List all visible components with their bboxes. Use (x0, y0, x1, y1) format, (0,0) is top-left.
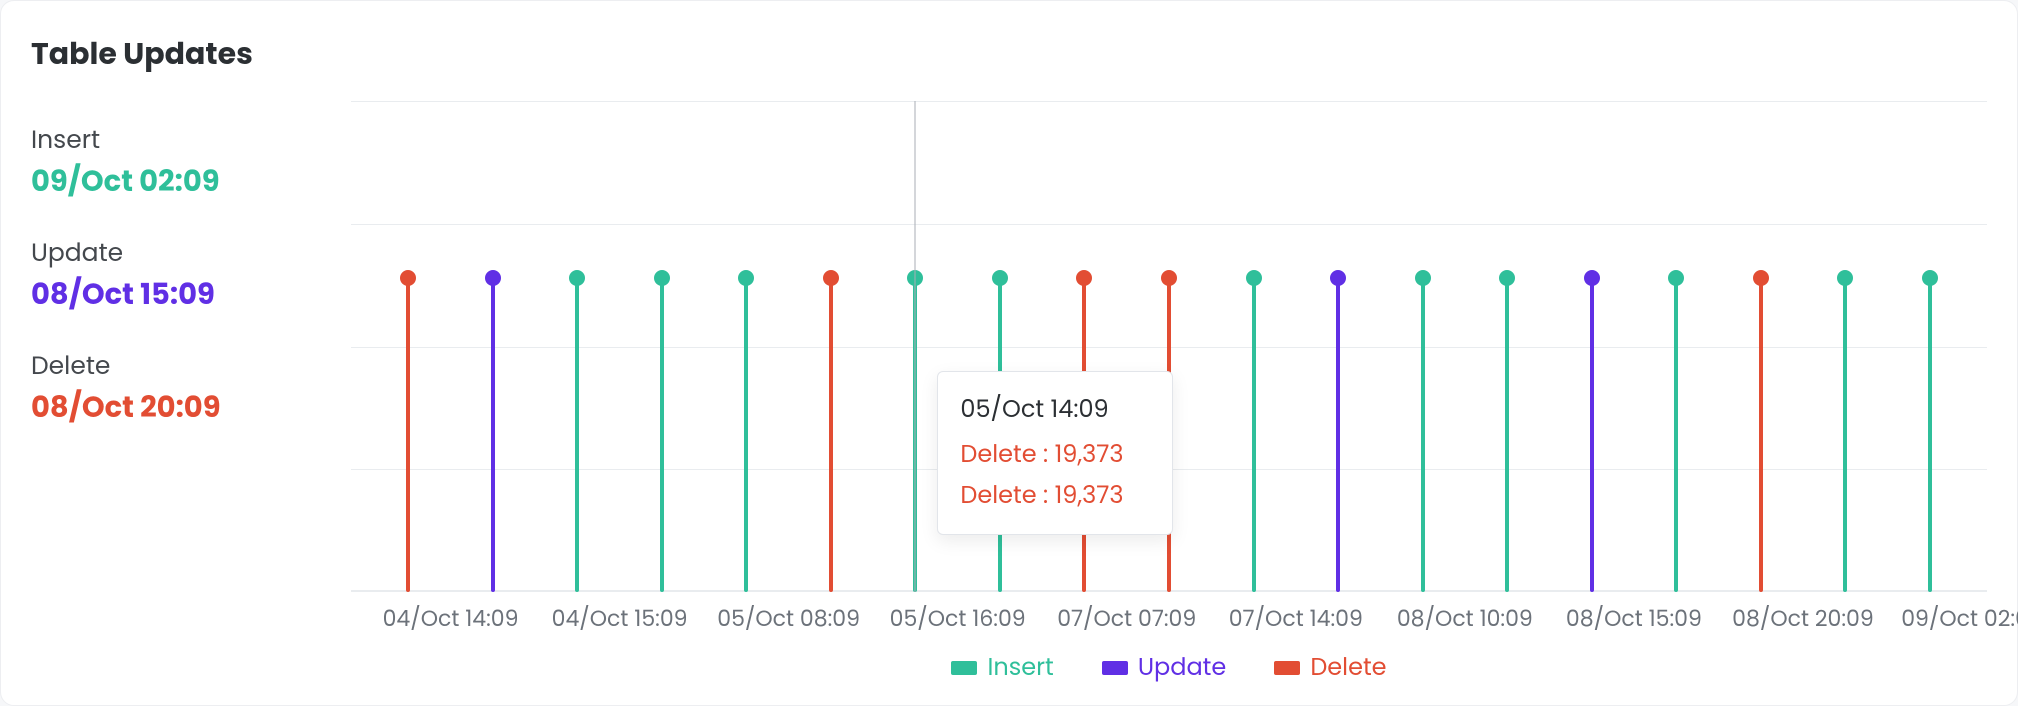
chart-point[interactable] (998, 278, 1002, 592)
chart-point[interactable] (660, 278, 664, 592)
legend-update-swatch (1102, 661, 1128, 675)
chart-point[interactable] (913, 278, 917, 592)
chart-point[interactable] (1505, 278, 1509, 592)
chart-point[interactable] (1590, 278, 1594, 592)
legend-delete-swatch (1274, 661, 1300, 675)
x-tick: 08/Oct 10:09 (1397, 602, 1533, 635)
table-updates-card: Table Updates Insert 09/Oct 02:09 Update… (0, 0, 2018, 706)
chart-point[interactable] (1421, 278, 1425, 592)
summary-update: Update 08/Oct 15:09 (31, 234, 291, 317)
chart-point[interactable] (1082, 278, 1086, 592)
legend-delete[interactable]: Delete (1274, 650, 1386, 685)
chart-point[interactable] (575, 278, 579, 592)
tooltip-line: Delete : 19,373 (960, 435, 1150, 476)
tooltip-line: Delete : 19,373 (960, 476, 1150, 517)
chart-point[interactable] (406, 278, 410, 592)
legend-update-label: Update (1138, 650, 1227, 685)
summary-delete-label: Delete (31, 347, 291, 385)
chart-point[interactable] (1928, 278, 1932, 592)
x-tick: 08/Oct 20:09 (1732, 602, 1874, 635)
chart-point[interactable] (1843, 278, 1847, 592)
legend-update[interactable]: Update (1102, 650, 1227, 685)
chart-x-axis: 04/Oct 14:09 04/Oct 15:09 05/Oct 08:09 05/O… (351, 602, 1987, 636)
chart-point[interactable] (829, 278, 833, 592)
summary-insert-value: 09/Oct 02:09 (31, 161, 291, 204)
x-tick: 08/Oct 15:09 (1566, 602, 1702, 635)
summary-panel: Insert 09/Oct 02:09 Update 08/Oct 15:09 … (31, 101, 291, 685)
chart-point[interactable] (1759, 278, 1763, 592)
x-tick: 05/Oct 16:09 (890, 602, 1026, 635)
chart-point[interactable] (1674, 278, 1678, 592)
legend-insert-swatch (951, 661, 977, 675)
chart-point[interactable] (1252, 278, 1256, 592)
page-title: Table Updates (31, 31, 1987, 77)
x-tick: 05/Oct 08:09 (717, 602, 860, 635)
x-tick: 07/Oct 07:09 (1057, 602, 1196, 635)
tooltip-title: 05/Oct 14:09 (960, 390, 1150, 431)
x-tick: 09/Oct 02:09 (1901, 602, 2018, 635)
x-tick: 04/Oct 15:09 (552, 602, 688, 635)
chart-container: 05/Oct 14:09Delete : 19,373Delete : 19,3… (351, 101, 1987, 685)
summary-delete: Delete 08/Oct 20:09 (31, 347, 291, 430)
chart-tooltip: 05/Oct 14:09Delete : 19,373Delete : 19,3… (937, 371, 1173, 535)
summary-insert-label: Insert (31, 121, 291, 159)
chart-plot-area[interactable]: 05/Oct 14:09Delete : 19,373Delete : 19,3… (351, 101, 1987, 592)
chart-point[interactable] (1336, 278, 1340, 592)
summary-update-label: Update (31, 234, 291, 272)
legend-insert[interactable]: Insert (951, 650, 1053, 685)
summary-delete-value: 08/Oct 20:09 (31, 387, 291, 430)
summary-update-value: 08/Oct 15:09 (31, 274, 291, 317)
x-tick: 07/Oct 14:09 (1229, 602, 1363, 635)
card-body: Insert 09/Oct 02:09 Update 08/Oct 15:09 … (31, 101, 1987, 685)
chart-point[interactable] (744, 278, 748, 592)
chart-point[interactable] (1167, 278, 1171, 592)
legend-insert-label: Insert (987, 650, 1053, 685)
summary-insert: Insert 09/Oct 02:09 (31, 121, 291, 204)
chart-point[interactable] (491, 278, 495, 592)
legend-delete-label: Delete (1310, 650, 1386, 685)
x-tick: 04/Oct 14:09 (383, 602, 519, 635)
chart-legend: Insert Update Delete (351, 650, 1987, 685)
